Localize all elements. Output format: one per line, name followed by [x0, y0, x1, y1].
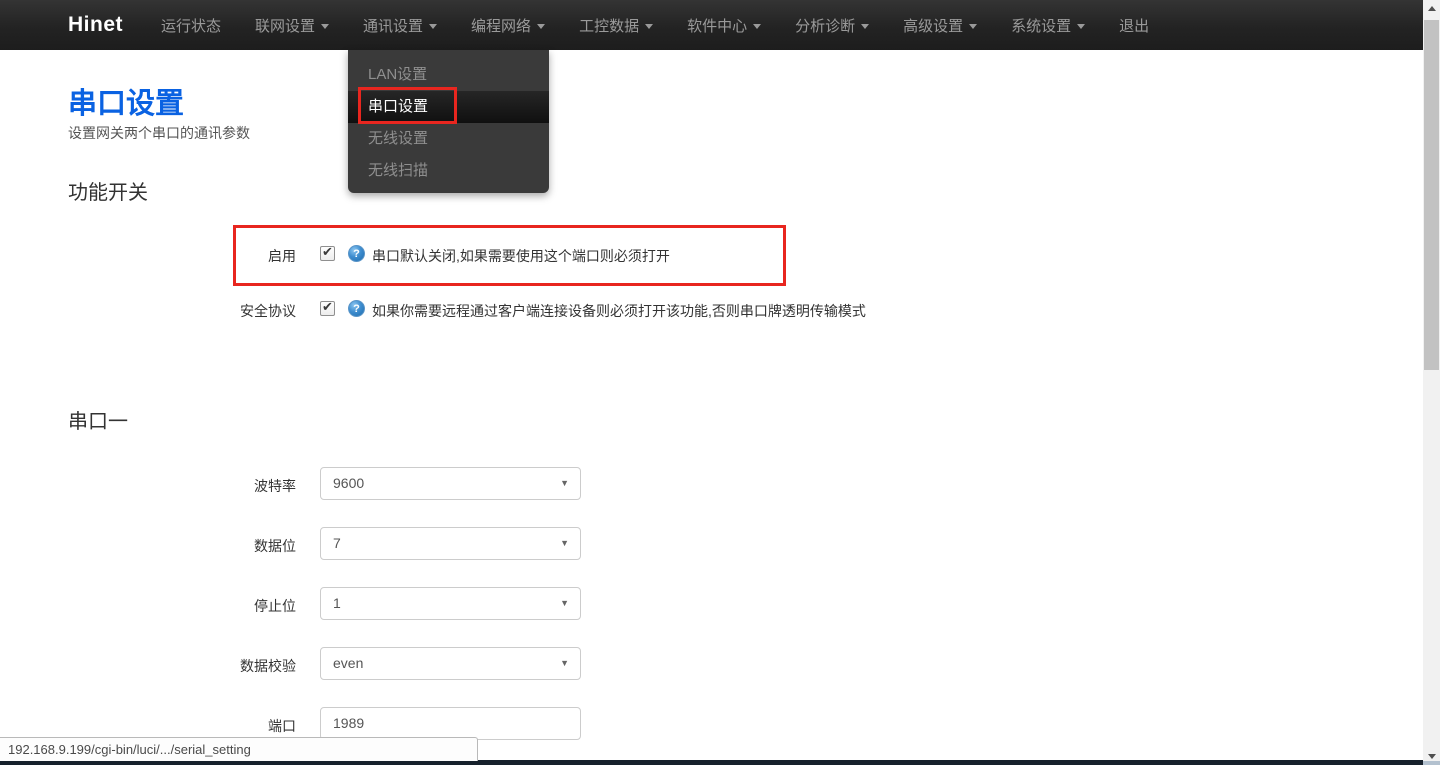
comm-settings-dropdown: LAN设置 串口设置 无线设置 无线扫描 — [348, 50, 549, 193]
chevron-down-icon — [861, 23, 870, 29]
stop-bits-select[interactable]: 1 ▼ — [320, 587, 581, 620]
enable-checkbox[interactable] — [320, 244, 335, 261]
top-navbar: Hinet 运行状态 联网设置 通讯设置 编程网络 工控数据 软件中心 分析诊断… — [0, 0, 1440, 50]
nav-item-industrial-data[interactable]: 工控数据 — [579, 15, 654, 36]
select-caret-icon: ▼ — [560, 658, 569, 668]
select-caret-icon: ▼ — [560, 478, 569, 488]
chevron-down-icon — [753, 23, 762, 29]
chevron-down-icon — [429, 23, 438, 29]
data-bits-label: 数据位 — [254, 538, 296, 554]
security-protocol-label: 安全协议 — [240, 303, 296, 319]
status-url-tooltip: 192.168.9.199/cgi-bin/luci/.../serial_se… — [0, 737, 478, 761]
security-protocol-checkbox[interactable] — [320, 299, 335, 316]
nav-item-software-center[interactable]: 软件中心 — [687, 15, 762, 36]
browser-viewport: Hinet 运行状态 联网设置 通讯设置 编程网络 工控数据 软件中心 分析诊断… — [0, 0, 1440, 765]
nav-menu: 运行状态 联网设置 通讯设置 编程网络 工控数据 软件中心 分析诊断 高级设置 … — [161, 15, 1183, 36]
chevron-down-icon — [321, 23, 330, 29]
enable-help-text: 串口默认关闭,如果需要使用这个端口则必须打开 — [372, 248, 670, 264]
nav-item-programming-network[interactable]: 编程网络 — [471, 15, 546, 36]
parity-label: 数据校验 — [240, 658, 296, 674]
page-title: 串口设置 — [68, 88, 185, 120]
baud-rate-select[interactable]: 9600 ▼ — [320, 467, 581, 500]
nav-item-system-settings[interactable]: 系统设置 — [1011, 15, 1086, 36]
select-caret-icon: ▼ — [560, 598, 569, 608]
section-heading-function-switch: 功能开关 — [68, 182, 148, 204]
security-protocol-help-text: 如果你需要远程通过客户端连接设备则必须打开该功能,否则串口牌透明传输模式 — [372, 303, 866, 319]
chevron-down-icon — [645, 23, 654, 29]
nav-item-analysis-diagnosis[interactable]: 分析诊断 — [795, 15, 870, 36]
dropdown-item-lan-settings[interactable]: LAN设置 — [348, 59, 549, 91]
port-input[interactable]: 1989 — [320, 707, 581, 740]
chevron-down-icon — [969, 23, 978, 29]
nav-item-comm-settings[interactable]: 通讯设置 — [363, 15, 438, 36]
baud-rate-label: 波特率 — [254, 478, 296, 494]
nav-item-advanced-settings[interactable]: 高级设置 — [903, 15, 978, 36]
help-icon[interactable] — [348, 245, 365, 262]
help-icon[interactable] — [348, 300, 365, 317]
section-heading-serial-port-one: 串口一 — [68, 411, 128, 433]
stop-bits-label: 停止位 — [254, 598, 296, 614]
vertical-scrollbar[interactable] — [1423, 0, 1440, 765]
port-label: 端口 — [268, 718, 296, 734]
arrow-up-icon — [1427, 6, 1436, 11]
brand-logo[interactable]: Hinet — [68, 13, 123, 37]
dropdown-item-wireless-settings[interactable]: 无线设置 — [348, 123, 549, 155]
enable-label: 启用 — [268, 248, 296, 264]
dropdown-item-serial-settings[interactable]: 串口设置 — [348, 91, 549, 123]
bottom-edge-corner — [1423, 761, 1440, 765]
nav-item-network-settings[interactable]: 联网设置 — [255, 15, 330, 36]
nav-item-running-status[interactable]: 运行状态 — [161, 15, 221, 36]
dropdown-item-wireless-scan[interactable]: 无线扫描 — [348, 155, 549, 187]
chevron-down-icon — [537, 23, 546, 29]
scroll-up-button[interactable] — [1423, 0, 1440, 17]
chevron-down-icon — [1077, 23, 1086, 29]
select-caret-icon: ▼ — [560, 538, 569, 548]
data-bits-select[interactable]: 7 ▼ — [320, 527, 581, 560]
scrollbar-thumb[interactable] — [1424, 20, 1439, 370]
parity-select[interactable]: even ▼ — [320, 647, 581, 680]
arrow-down-icon — [1427, 754, 1436, 759]
nav-item-logout[interactable]: 退出 — [1119, 15, 1149, 36]
page-subtitle: 设置网关两个串口的通讯参数 — [68, 125, 250, 141]
